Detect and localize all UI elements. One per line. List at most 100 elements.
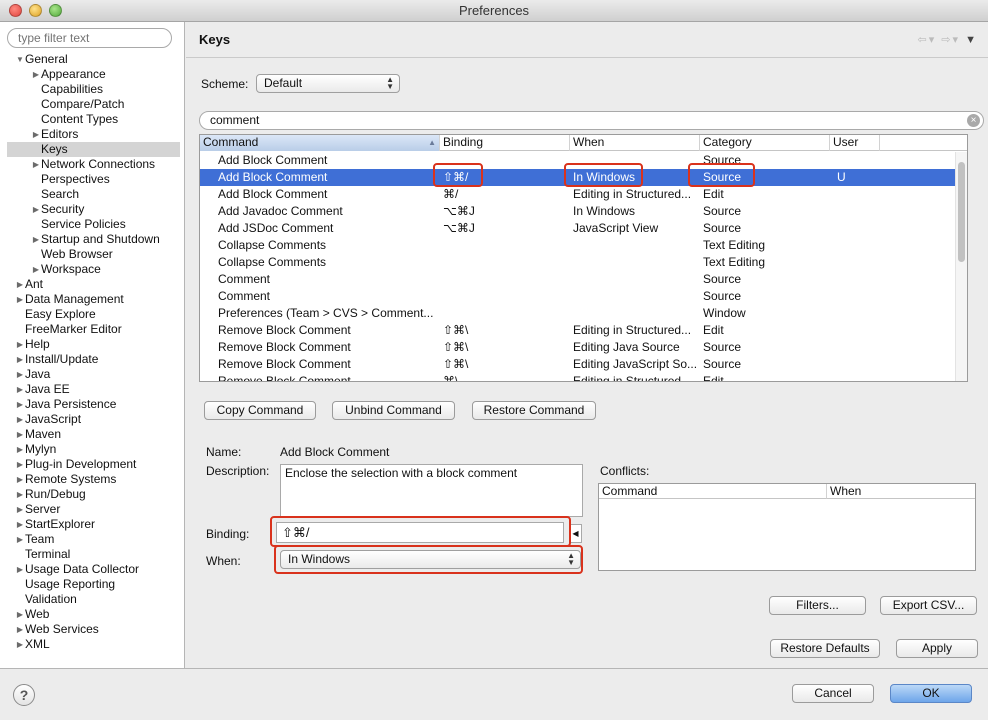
restore-defaults-button[interactable]: Restore Defaults — [770, 639, 880, 658]
table-row[interactable]: Add Javadoc Comment ⌥⌘J In Windows Source — [200, 203, 967, 220]
table-row[interactable]: Remove Block Comment ⇧⌘\ Editing Java Sour… — [200, 339, 967, 356]
collapsed-arrow-icon[interactable]: ▶ — [16, 517, 24, 532]
tree-item-ant[interactable]: ▶ Ant — [0, 277, 185, 292]
when-select[interactable]: In Windows ▲ ▼ — [280, 550, 581, 569]
tree-item-xml[interactable]: ▶ XML — [0, 637, 185, 652]
conflicts-column-command[interactable]: Command — [599, 484, 827, 499]
table-scrollbar[interactable] — [955, 152, 967, 381]
tree-item-search[interactable]: Search — [0, 187, 185, 202]
restore-command-button[interactable]: Restore Command — [472, 401, 596, 420]
collapsed-arrow-icon[interactable]: ▶ — [16, 427, 24, 442]
filter-input[interactable] — [7, 28, 172, 48]
tree-item-run-debug[interactable]: ▶ Run/Debug — [0, 487, 185, 502]
collapsed-arrow-icon[interactable]: ▶ — [16, 277, 24, 292]
table-row[interactable]: Comment Source — [200, 271, 967, 288]
tree-item-data-management[interactable]: ▶ Data Management — [0, 292, 185, 307]
tree-item-usage-reporting[interactable]: Usage Reporting — [0, 577, 185, 592]
tree-item-service-policies[interactable]: Service Policies — [0, 217, 185, 232]
key-bindings-table[interactable]: Command ▲ Binding When Category User Add… — [199, 134, 968, 382]
column-header-category[interactable]: Category — [700, 135, 830, 151]
tree-item-appearance[interactable]: ▶ Appearance — [0, 67, 185, 82]
tree-item-validation[interactable]: Validation — [0, 592, 185, 607]
conflicts-table[interactable]: Command When — [598, 483, 976, 571]
tree-item-perspectives[interactable]: Perspectives — [0, 172, 185, 187]
tree-item-server[interactable]: ▶ Server — [0, 502, 185, 517]
tree-item-general[interactable]: ▼ General — [0, 52, 185, 67]
binding-input[interactable]: ⇧⌘/ — [276, 522, 564, 543]
help-icon[interactable]: ? — [13, 684, 35, 706]
column-header-when[interactable]: When — [570, 135, 700, 151]
filters-button[interactable]: Filters... — [769, 596, 866, 615]
tree-item-terminal[interactable]: Terminal — [0, 547, 185, 562]
tree-item-workspace[interactable]: ▶ Workspace — [0, 262, 185, 277]
tree-item-keys[interactable]: Keys — [7, 142, 180, 157]
scrollbar-thumb[interactable] — [958, 162, 965, 262]
collapsed-arrow-icon[interactable]: ▶ — [32, 127, 40, 142]
tree-item-maven[interactable]: ▶ Maven — [0, 427, 185, 442]
menu-chevron-down-icon[interactable]: ▼ — [965, 34, 978, 46]
collapsed-arrow-icon[interactable]: ▶ — [16, 637, 24, 652]
collapsed-arrow-icon[interactable]: ▶ — [16, 487, 24, 502]
forward-icon[interactable]: ⇨▾ — [941, 34, 960, 46]
collapsed-arrow-icon[interactable]: ▶ — [16, 532, 24, 547]
cancel-button[interactable]: Cancel — [792, 684, 874, 703]
collapsed-arrow-icon[interactable]: ▶ — [16, 412, 24, 427]
collapsed-arrow-icon[interactable]: ▶ — [32, 232, 40, 247]
collapsed-arrow-icon[interactable]: ▶ — [32, 262, 40, 277]
tree-item-content-types[interactable]: Content Types — [0, 112, 185, 127]
description-textarea[interactable]: Enclose the selection with a block comme… — [280, 464, 583, 517]
tree-item-security[interactable]: ▶ Security — [0, 202, 185, 217]
tree-item-java-ee[interactable]: ▶ Java EE — [0, 382, 185, 397]
command-search-input[interactable]: comment × — [199, 111, 984, 130]
table-row[interactable]: Remove Block Comment ⇧⌘\ Editing JavaScrip… — [200, 356, 967, 373]
table-row[interactable]: Add JSDoc Comment ⌥⌘J JavaScript View Sourc… — [200, 220, 967, 237]
clear-search-icon[interactable]: × — [967, 114, 980, 127]
collapsed-arrow-icon[interactable]: ▶ — [16, 472, 24, 487]
tree-item-startexplorer[interactable]: ▶ StartExplorer — [0, 517, 185, 532]
collapsed-arrow-icon[interactable]: ▶ — [16, 337, 24, 352]
collapsed-arrow-icon[interactable]: ▶ — [16, 382, 24, 397]
expanded-arrow-icon[interactable]: ▼ — [16, 52, 24, 67]
conflicts-column-when[interactable]: When — [827, 484, 975, 499]
unbind-command-button[interactable]: Unbind Command — [332, 401, 455, 420]
tree-item-install-update[interactable]: ▶ Install/Update — [0, 352, 185, 367]
table-row[interactable]: Collapse Comments Text Editing — [200, 237, 967, 254]
table-row[interactable]: Comment Source — [200, 288, 967, 305]
collapsed-arrow-icon[interactable]: ▶ — [16, 562, 24, 577]
export-csv-button[interactable]: Export CSV... — [880, 596, 977, 615]
binding-menu-arrow-icon[interactable]: ◀ — [569, 524, 582, 543]
tree-item-web-services[interactable]: ▶ Web Services — [0, 622, 185, 637]
table-row[interactable]: Remove Block Comment ⇧⌘\ Editing in Struct… — [200, 322, 967, 339]
tree-item-compare-patch[interactable]: Compare/Patch — [0, 97, 185, 112]
collapsed-arrow-icon[interactable]: ▶ — [32, 157, 40, 172]
tree-item-java[interactable]: ▶ Java — [0, 367, 185, 382]
collapsed-arrow-icon[interactable]: ▶ — [16, 397, 24, 412]
column-header-binding[interactable]: Binding — [440, 135, 570, 151]
tree-item-web[interactable]: ▶ Web — [0, 607, 185, 622]
collapsed-arrow-icon[interactable]: ▶ — [16, 292, 24, 307]
back-icon[interactable]: ⇦▾ — [917, 34, 936, 46]
tree-item-web-browser[interactable]: Web Browser — [0, 247, 185, 262]
tree-item-plug-in-development[interactable]: ▶ Plug-in Development — [0, 457, 185, 472]
table-row[interactable]: Add Block Comment Source — [200, 152, 967, 169]
tree-item-easy-explore[interactable]: Easy Explore — [0, 307, 185, 322]
table-row[interactable]: Collapse Comments Text Editing — [200, 254, 967, 271]
tree-item-usage-data-collector[interactable]: ▶ Usage Data Collector — [0, 562, 185, 577]
table-row[interactable]: Preferences (Team > CVS > Comment... Wind… — [200, 305, 967, 322]
tree-item-editors[interactable]: ▶ Editors — [0, 127, 185, 142]
table-row[interactable]: Add Block Comment ⇧⌘/ In Windows Source U — [200, 169, 967, 186]
tree-item-team[interactable]: ▶ Team — [0, 532, 185, 547]
copy-command-button[interactable]: Copy Command — [204, 401, 316, 420]
collapsed-arrow-icon[interactable]: ▶ — [16, 607, 24, 622]
tree-item-remote-systems[interactable]: ▶ Remote Systems — [0, 472, 185, 487]
tree-item-startup-and-shutdown[interactable]: ▶ Startup and Shutdown — [0, 232, 185, 247]
collapsed-arrow-icon[interactable]: ▶ — [16, 502, 24, 517]
apply-button[interactable]: Apply — [896, 639, 978, 658]
collapsed-arrow-icon[interactable]: ▶ — [16, 442, 24, 457]
ok-button[interactable]: OK — [890, 684, 972, 703]
tree-item-help[interactable]: ▶ Help — [0, 337, 185, 352]
collapsed-arrow-icon[interactable]: ▶ — [16, 352, 24, 367]
table-row[interactable]: Remove Block Comment ⌘\ Editing in Structu… — [200, 373, 967, 381]
tree-item-capabilities[interactable]: Capabilities — [0, 82, 185, 97]
tree-item-freemarker-editor[interactable]: FreeMarker Editor — [0, 322, 185, 337]
